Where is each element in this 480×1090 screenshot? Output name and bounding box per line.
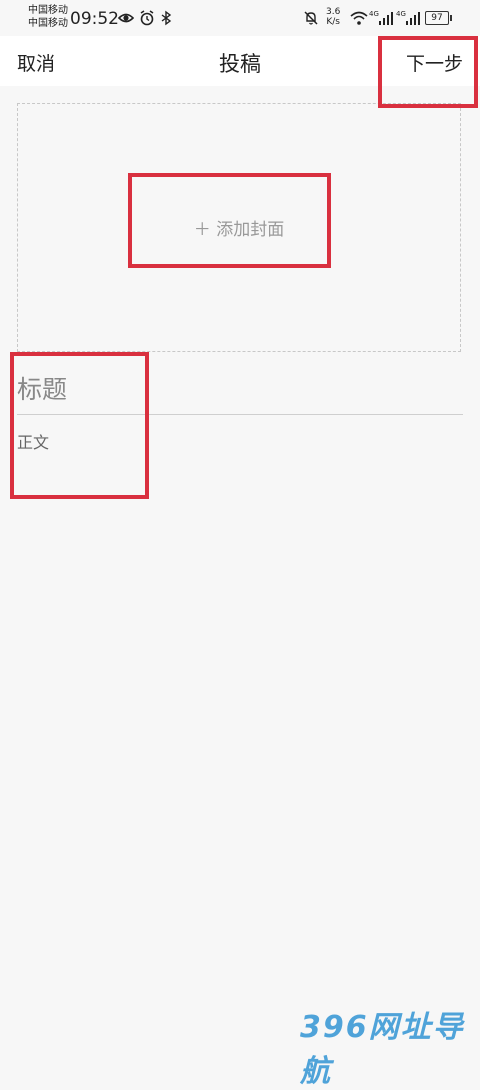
watermark-text: 396网址导航	[300, 1010, 465, 1089]
signal-icon	[379, 12, 393, 25]
carrier-info: 中国移动 中国移动	[28, 4, 68, 30]
status-bar: 中国移动 中国移动 09:52 3.6 K/s 4G 4G 97	[0, 0, 480, 36]
wifi-icon	[350, 11, 368, 25]
bluetooth-icon	[161, 10, 172, 26]
net-speed-unit: K/s	[326, 17, 340, 27]
highlight-title-body	[10, 352, 149, 499]
alarm-icon	[140, 10, 154, 26]
carrier-1: 中国移动	[28, 5, 68, 16]
highlight-next-button	[378, 36, 478, 108]
status-time: 09:52	[70, 9, 119, 29]
highlight-add-cover	[128, 173, 331, 268]
mute-bell-icon	[304, 11, 318, 25]
net-speed-value: 3.6	[326, 7, 341, 17]
signal-icon-2	[406, 12, 420, 25]
eye-icon	[118, 13, 134, 23]
carrier-2: 中国移动	[28, 18, 68, 29]
net-speed: 3.6 K/s	[326, 7, 340, 27]
battery-indicator: 97	[425, 11, 452, 25]
